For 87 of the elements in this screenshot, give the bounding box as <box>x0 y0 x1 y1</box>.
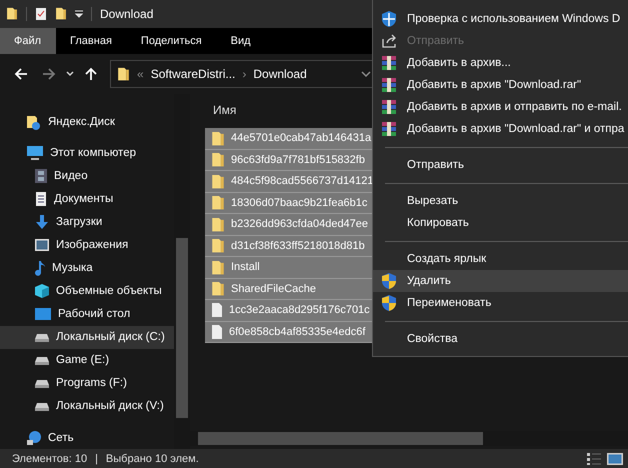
ribbon-tab[interactable]: Файл <box>0 28 56 54</box>
overflow-marker[interactable]: « <box>137 67 144 81</box>
folder-icon <box>211 238 225 254</box>
monitor-icon <box>26 144 44 161</box>
folder-icon <box>117 66 130 82</box>
books-stack-icon <box>381 121 397 137</box>
shield-icon <box>381 10 397 28</box>
ribbon-tab[interactable]: Вид <box>216 28 266 54</box>
shield-icon <box>381 272 397 290</box>
properties-icon[interactable] <box>35 7 47 21</box>
folder-icon <box>211 152 225 168</box>
menu-item[interactable]: Вырезать <box>373 190 628 212</box>
books-stack-icon <box>381 99 397 115</box>
file-name: d31cf38f633ff5218018d81b <box>231 240 365 252</box>
file-name: Install <box>231 261 260 274</box>
drive-icon <box>34 354 50 366</box>
folder-icon <box>211 216 225 232</box>
folder-icon <box>211 195 225 210</box>
sidebar-item[interactable]: Изображения <box>0 233 174 256</box>
menu-item[interactable]: Создать ярлык <box>373 248 628 270</box>
folder-icon <box>55 7 67 21</box>
file-icon <box>211 302 223 318</box>
sidebar-item[interactable]: Сеть <box>0 426 174 450</box>
sidebar-item[interactable]: Локальный диск (C:) <box>0 326 174 349</box>
file-name: 18306d07baac9b21fea6b1c <box>231 196 368 209</box>
item-count: Элементов: 10 <box>12 452 88 464</box>
menu-item[interactable]: Свойства <box>373 328 628 350</box>
drive-icon <box>34 331 50 344</box>
drive-icon <box>34 377 50 390</box>
menu-item[interactable]: Добавить в архив и отправить по e-mail. <box>373 96 628 118</box>
sidebar-item[interactable]: Видео <box>0 164 174 188</box>
shield-icon <box>381 294 397 312</box>
sidebar-item[interactable]: Документы <box>0 187 174 210</box>
breadcrumb[interactable]: Download <box>253 67 307 81</box>
chevron-down-icon[interactable] <box>66 71 74 77</box>
file-name: 6f0e858cb4af85335e4edc6f <box>229 326 366 338</box>
folder-cloud-icon <box>26 114 42 130</box>
file-name: 484c5f98cad5566737d14121 <box>231 175 374 188</box>
ribbon-tab[interactable]: Главная <box>56 28 127 54</box>
sidebar-item[interactable]: Game (E:) <box>0 348 174 372</box>
file-name: 1cc3e2aaca8d295f176c701c <box>229 304 370 316</box>
cube-icon <box>34 283 50 300</box>
sidebar-item[interactable]: Яндекс.Диск <box>0 110 174 134</box>
sidebar-item[interactable]: Объемные объекты <box>0 280 174 303</box>
file-icon <box>211 324 223 340</box>
menu-item[interactable]: Добавить в архив "Download.rar" и отпра <box>373 118 628 140</box>
menu-item[interactable]: Проверка с использованием Windows D <box>373 8 628 30</box>
folder-icon <box>211 130 225 146</box>
picture-icon <box>34 238 50 252</box>
globe-network-icon <box>26 430 42 446</box>
sidebar-item[interactable]: Музыка <box>0 256 174 280</box>
menu-item[interactable]: Копировать <box>373 212 628 234</box>
monitor-icon <box>34 307 52 322</box>
folder-icon <box>211 260 225 275</box>
sidebar-item[interactable]: Загрузки <box>0 210 174 234</box>
menu-item[interactable]: Удалить <box>373 270 628 292</box>
file-name: 44e5701e0cab47ab146431a <box>231 132 372 144</box>
chevron-down-icon[interactable] <box>361 71 371 77</box>
folder-icon <box>211 281 225 296</box>
folder-icon <box>6 7 18 21</box>
down-arrow-icon <box>34 214 50 230</box>
dropdown-icon[interactable] <box>75 10 83 18</box>
picture-icon[interactable] <box>606 452 624 466</box>
drive-icon <box>34 400 50 412</box>
books-stack-icon <box>381 55 397 71</box>
file-name: 96c63fd9a7f781bf515832fb <box>231 154 365 166</box>
folder-icon <box>211 174 225 189</box>
document-icon <box>34 190 48 207</box>
file-name: b2326dd963cfda04ded47ee <box>231 218 368 230</box>
details-view-icon[interactable] <box>586 452 602 466</box>
window-title: Download <box>100 7 154 21</box>
file-name: SharedFileCache <box>231 282 316 295</box>
books-stack-icon <box>381 77 397 93</box>
menu-item[interactable]: Отправить <box>373 154 628 176</box>
menu-item[interactable]: Переименовать <box>373 292 628 314</box>
music-note-icon <box>34 260 46 276</box>
ribbon-tab[interactable]: Поделиться <box>126 28 217 54</box>
breadcrumb-separator: › <box>242 67 246 81</box>
selection-count: Выбрано 10 элем. <box>106 452 199 464</box>
sidebar-item[interactable]: Локальный диск (V:) <box>0 394 174 418</box>
sidebar-item[interactable]: Рабочий стол <box>0 302 174 326</box>
sidebar-item[interactable]: Programs (F:) <box>0 372 174 395</box>
breadcrumb[interactable]: SoftwareDistri... <box>150 67 236 81</box>
sidebar-item[interactable]: Этот компьютер <box>0 141 174 164</box>
status-divider: | <box>95 452 98 464</box>
film-icon <box>34 168 48 184</box>
share-icon <box>381 33 397 49</box>
